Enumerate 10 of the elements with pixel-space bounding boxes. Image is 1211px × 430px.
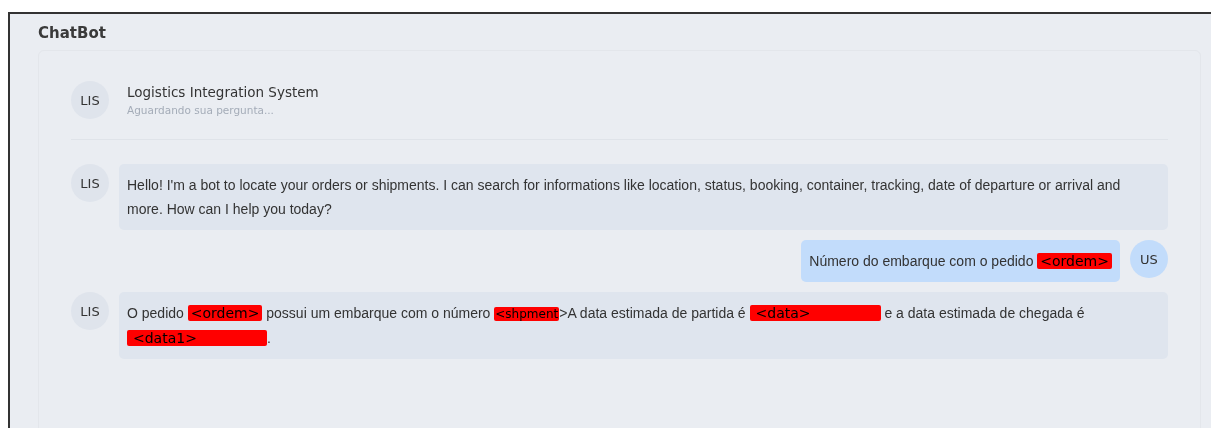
message-bubble: Número do embarque com o pedido <ordem> bbox=[801, 240, 1120, 282]
bot-status: Aguardando sua pergunta... bbox=[127, 104, 275, 116]
user-avatar: US bbox=[1130, 240, 1168, 278]
message-bubble: O pedido <ordem> possui um embarque com o número <shpment>A data estimada de partida é <data> e a data estimada de chegada é <data1> . bbox=[119, 292, 1168, 359]
bot-avatar: LIS bbox=[71, 292, 109, 330]
bot-avatar: LIS bbox=[71, 164, 109, 202]
bot-name: Logistics Integration System bbox=[127, 84, 319, 100]
message-bubble: Hello! I'm a bot to locate your orders or shipments. I can search for informations like location, status, booking, container, tracking, date of departure or arrival and more. How can I help you today? bbox=[119, 164, 1168, 230]
bot-avatar: LIS bbox=[71, 81, 109, 119]
app-title: ChatBot bbox=[38, 23, 107, 44]
